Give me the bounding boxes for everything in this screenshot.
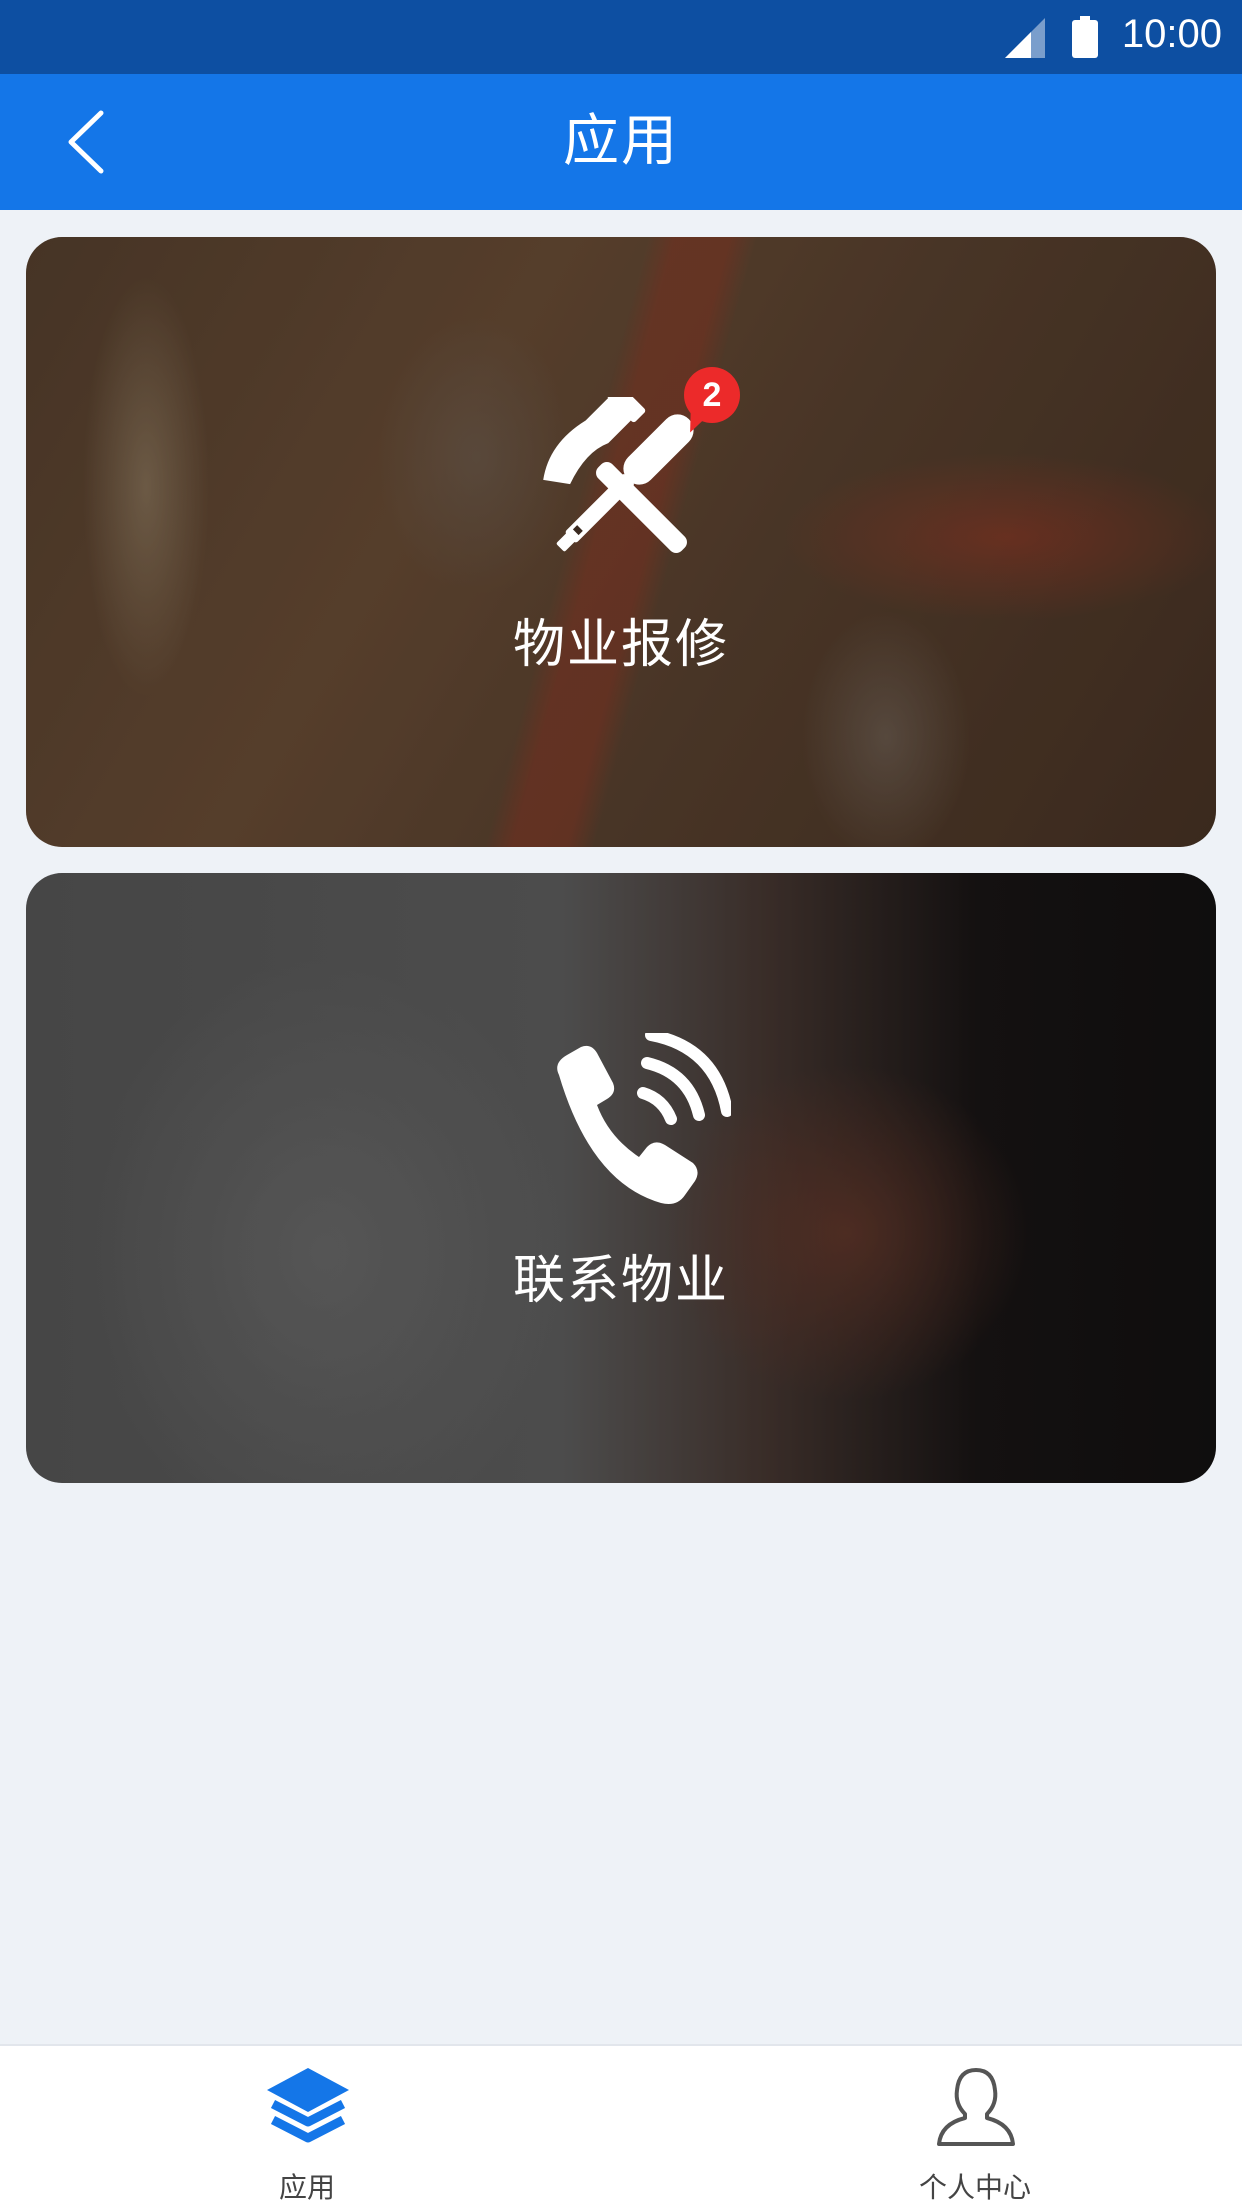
status-bar: 10:00 [0, 0, 1242, 74]
property-repair-card[interactable]: 2 物业报修 [26, 237, 1216, 847]
header-bar: 应用 [0, 74, 1242, 210]
user-icon [937, 2068, 1015, 2146]
tab-apps-label: 应用 [278, 2171, 335, 2204]
status-time: 10:00 [1121, 12, 1222, 56]
signal-icon [1005, 18, 1045, 58]
tab-profile-label: 个人中心 [918, 2171, 1031, 2204]
property-repair-label: 物业报修 [512, 615, 729, 675]
battery-icon [1072, 16, 1098, 58]
tab-apps[interactable]: 应用 [157, 2046, 457, 2210]
notification-badge: 2 [684, 367, 740, 423]
bottom-nav: 应用 个人中心 [0, 2044, 1242, 2210]
phone-call-icon [557, 1033, 731, 1204]
layers-icon [267, 2068, 349, 2143]
page-title: 应用 [563, 109, 679, 174]
contact-property-card[interactable]: 联系物业 [26, 873, 1216, 1483]
tab-profile[interactable]: 个人中心 [825, 2046, 1125, 2210]
contact-property-label: 联系物业 [512, 1251, 729, 1311]
